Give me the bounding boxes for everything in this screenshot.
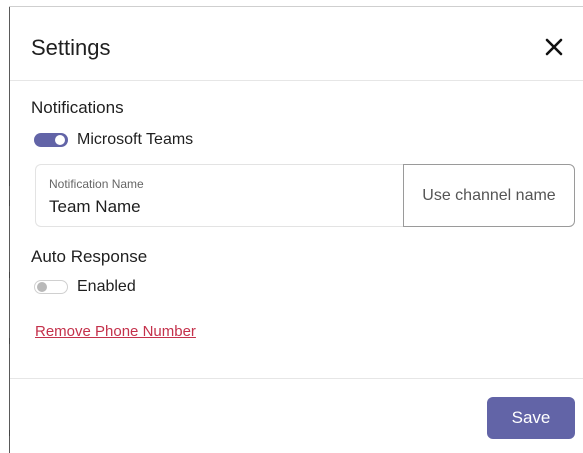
notification-name-caption: Notification Name <box>49 177 144 191</box>
remove-phone-number-link[interactable]: Remove Phone Number <box>35 323 196 340</box>
auto-response-toggle-label: Enabled <box>77 278 136 295</box>
notification-name-field[interactable]: Notification Name Team Name <box>35 164 403 227</box>
toggle-knob <box>37 282 47 292</box>
use-channel-name-button[interactable]: Use channel name <box>403 164 575 227</box>
auto-response-heading: Auto Response <box>31 247 148 266</box>
teams-toggle-label: Microsoft Teams <box>77 131 194 148</box>
footer-divider <box>10 378 583 379</box>
dialog-title: Settings <box>31 35 111 60</box>
screen: Settings Notifications Microsoft Teams N… <box>0 0 583 453</box>
auto-response-toggle-row: Enabled <box>34 276 136 298</box>
close-button[interactable] <box>540 33 568 61</box>
settings-dialog: Settings Notifications Microsoft Teams N… <box>10 7 583 453</box>
close-icon <box>545 38 563 56</box>
notification-name-group: Notification Name Team Name Use channel … <box>35 164 575 227</box>
notification-name-value: Team Name <box>49 197 141 216</box>
save-button[interactable]: Save <box>487 397 575 439</box>
dialog-header: Settings <box>10 7 583 81</box>
teams-toggle-row: Microsoft Teams <box>34 129 193 151</box>
toggle-knob <box>55 135 65 145</box>
notifications-heading: Notifications <box>31 98 124 117</box>
auto-response-toggle[interactable] <box>34 280 68 294</box>
teams-toggle[interactable] <box>34 133 68 147</box>
